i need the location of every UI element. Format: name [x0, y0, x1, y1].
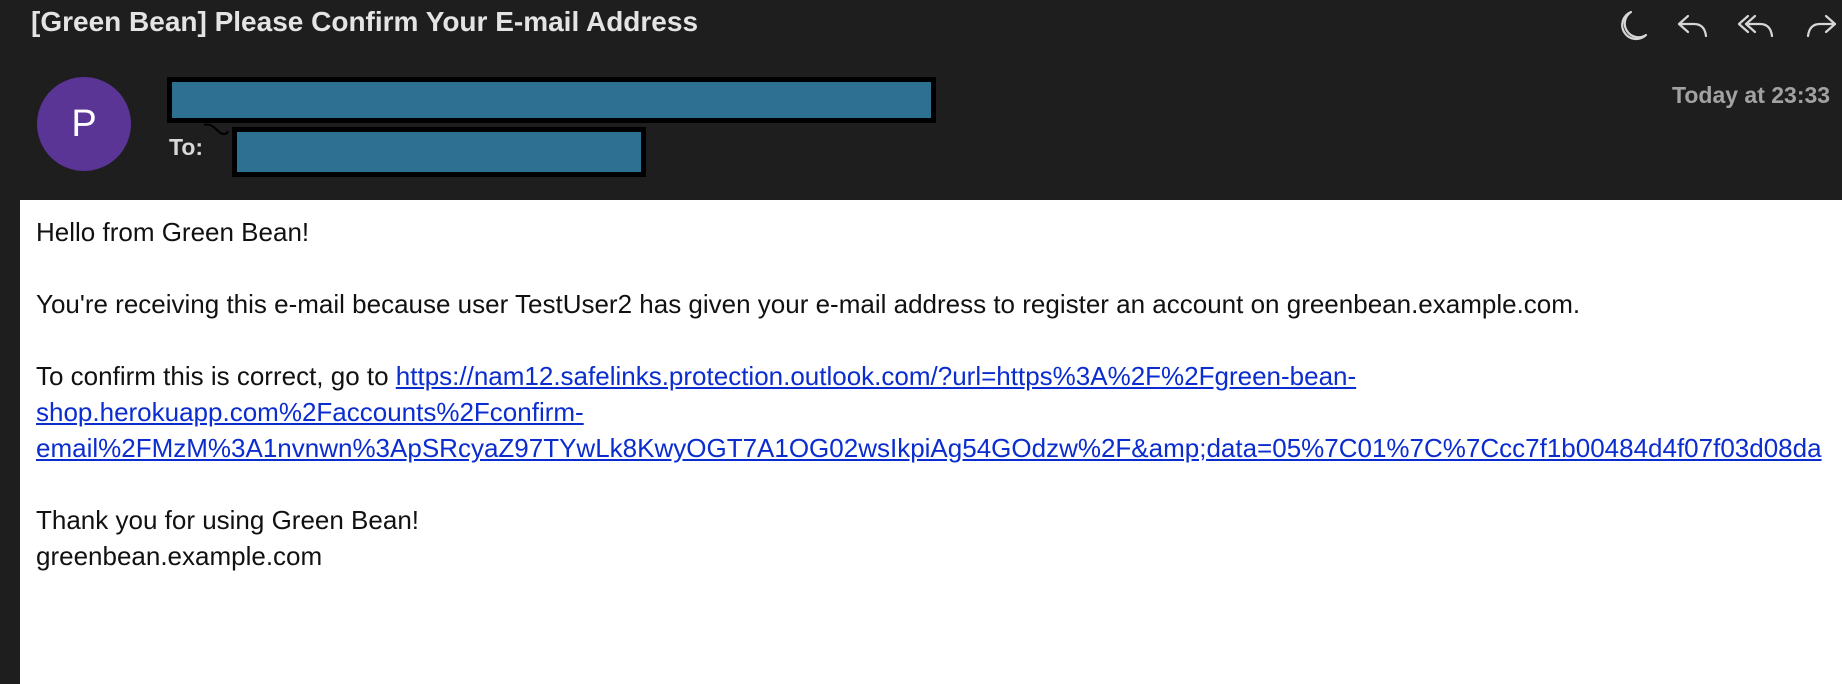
- confirm-prefix: To confirm this is correct, go to: [36, 361, 396, 391]
- redacted-recipient: [232, 127, 646, 177]
- message-toolbar: [1612, 4, 1842, 48]
- email-subject: [Green Bean] Please Confirm Your E-mail …: [31, 6, 699, 37]
- confirm-link-line3[interactable]: email%2FMzM%3A1nvnwn%3ApSRcyaZ97TYwLk8Kw…: [36, 433, 1822, 463]
- confirm-link-line2[interactable]: shop.herokuapp.com%2Faccounts%2Fconfirm-: [36, 397, 584, 427]
- signature-text: greenbean.example.com: [36, 541, 323, 571]
- message-body: Hello from Green Bean! You're receiving …: [20, 200, 1842, 684]
- to-label: To:: [169, 134, 204, 160]
- mail-message-window: [Green Bean] Please Confirm Your E-mail …: [0, 0, 1842, 684]
- moon-icon[interactable]: [1612, 4, 1656, 48]
- reply-all-icon[interactable]: [1734, 4, 1778, 48]
- scribble-mark: [203, 123, 229, 135]
- confirm-link-line1[interactable]: https://nam12.safelinks.protection.outlo…: [396, 361, 1356, 391]
- confirm-paragraph: To confirm this is correct, go to https:…: [36, 358, 1822, 466]
- thanks-text: Thank you for using Green Bean!: [36, 505, 420, 535]
- reply-icon[interactable]: [1670, 4, 1714, 48]
- reason-text: You're receiving this e-mail because use…: [36, 289, 1581, 319]
- sender-avatar: P: [37, 77, 131, 171]
- redacted-sender: [167, 77, 936, 123]
- forward-icon[interactable]: [1800, 4, 1842, 48]
- sender-initial: P: [71, 102, 97, 145]
- greeting-text: Hello from Green Bean!: [36, 217, 310, 247]
- received-date: Today at 23:33: [1672, 82, 1831, 108]
